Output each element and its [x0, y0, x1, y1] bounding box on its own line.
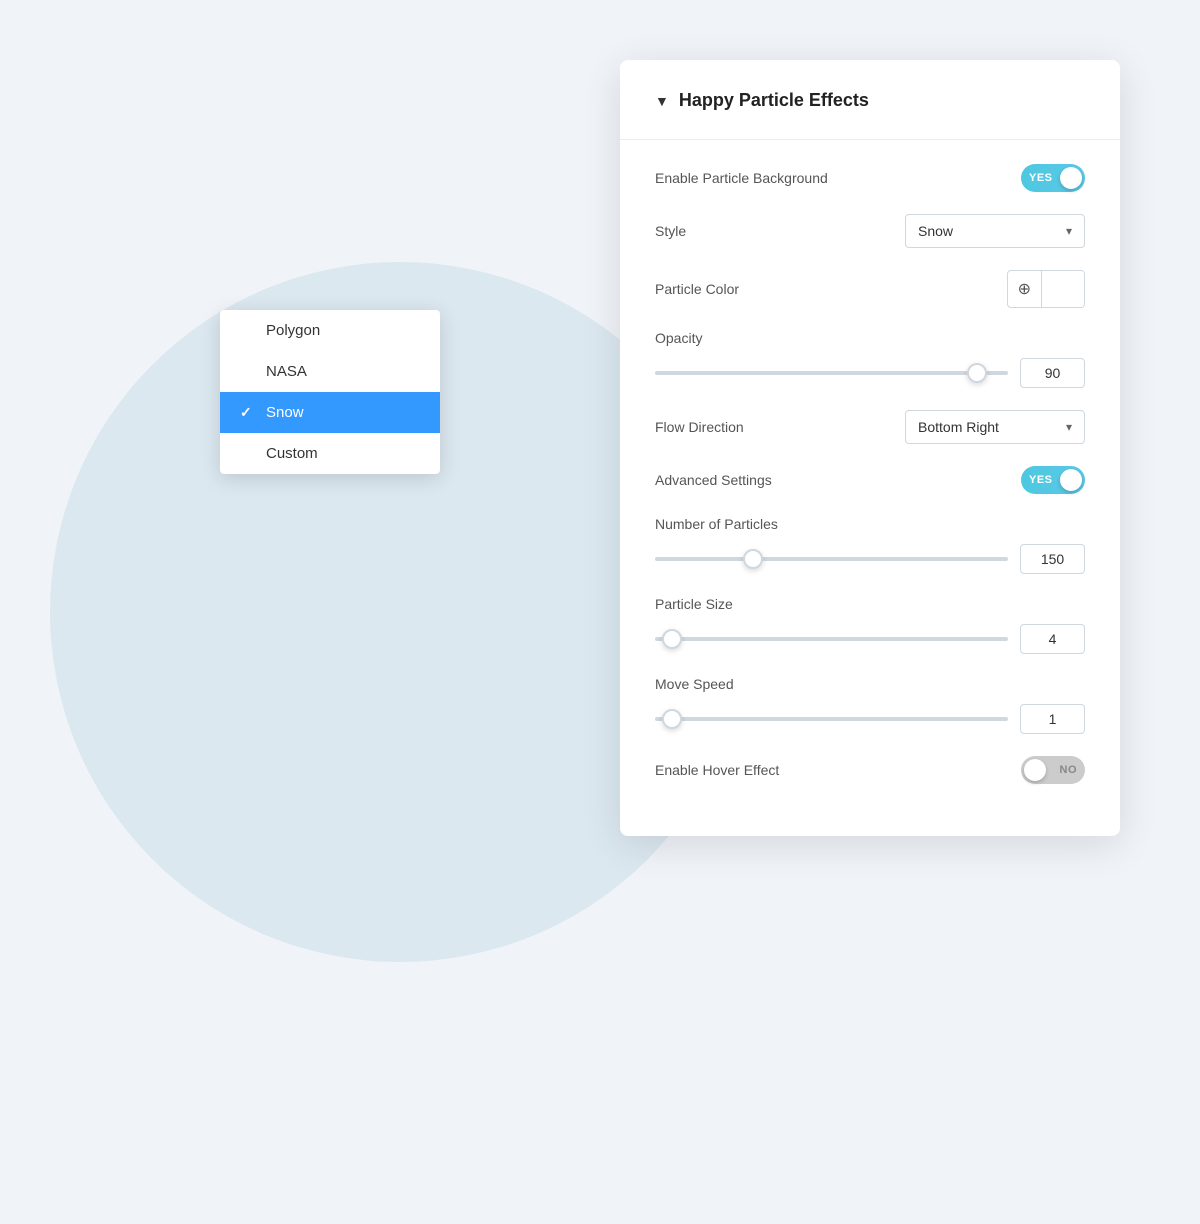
- particle-size-slider-track[interactable]: [655, 637, 1008, 641]
- move-speed-slider-thumb[interactable]: [662, 709, 682, 729]
- opacity-label: Opacity: [655, 330, 1085, 346]
- dropdown-option-polygon[interactable]: Polygon: [220, 310, 440, 351]
- particle-size-slider-thumb[interactable]: [662, 629, 682, 649]
- num-particles-value[interactable]: 150: [1020, 544, 1085, 574]
- advanced-toggle-label: YES: [1029, 474, 1053, 486]
- dropdown-option-snow[interactable]: ✓ Snow: [220, 392, 440, 433]
- enable-hover-label: Enable Hover Effect: [655, 762, 779, 778]
- settings-panel: ▼ Happy Particle Effects Enable Particle…: [620, 60, 1120, 836]
- panel-header: ▼ Happy Particle Effects: [655, 90, 1085, 111]
- advanced-settings-label: Advanced Settings: [655, 472, 772, 488]
- particle-color-row: Particle Color ⊕: [655, 270, 1085, 308]
- style-dropdown-popup: Polygon NASA ✓ Snow Custom: [220, 310, 440, 474]
- particle-size-section: Particle Size 4: [655, 596, 1085, 654]
- style-label: Style: [655, 223, 686, 239]
- page-wrapper: ▼ Happy Particle Effects Enable Particle…: [0, 0, 1200, 1224]
- header-divider: [620, 139, 1120, 140]
- check-icon-snow: ✓: [240, 404, 256, 421]
- flow-direction-select[interactable]: Bottom Right ▾: [905, 410, 1085, 444]
- option-label-nasa: NASA: [266, 363, 307, 380]
- flow-chevron-down-icon: ▾: [1066, 420, 1072, 434]
- enable-hover-toggle[interactable]: NO: [1021, 756, 1085, 784]
- collapse-icon[interactable]: ▼: [655, 93, 669, 109]
- move-speed-slider-row: 1: [655, 704, 1085, 734]
- color-picker: ⊕: [1007, 270, 1085, 308]
- globe-icon[interactable]: ⊕: [1008, 271, 1042, 307]
- option-label-snow: Snow: [266, 404, 304, 421]
- num-particles-section: Number of Particles 150: [655, 516, 1085, 574]
- opacity-section: Opacity 90: [655, 330, 1085, 388]
- enable-hover-row: Enable Hover Effect NO: [655, 756, 1085, 784]
- hover-toggle-label: NO: [1060, 764, 1078, 776]
- flow-direction-value: Bottom Right: [918, 419, 999, 435]
- particle-size-value[interactable]: 4: [1020, 624, 1085, 654]
- opacity-slider-track[interactable]: [655, 371, 1008, 375]
- dropdown-option-custom[interactable]: Custom: [220, 433, 440, 474]
- num-particles-slider-thumb[interactable]: [743, 549, 763, 569]
- enable-particle-bg-toggle[interactable]: YES: [1021, 164, 1085, 192]
- style-row: Style Snow ▾: [655, 214, 1085, 248]
- opacity-value[interactable]: 90: [1020, 358, 1085, 388]
- opacity-slider-thumb[interactable]: [967, 363, 987, 383]
- advanced-toggle-knob: [1060, 469, 1082, 491]
- style-value: Snow: [918, 223, 953, 239]
- particle-size-label: Particle Size: [655, 596, 1085, 612]
- enable-particle-bg-row: Enable Particle Background YES: [655, 164, 1085, 192]
- num-particles-slider-row: 150: [655, 544, 1085, 574]
- num-particles-slider-track[interactable]: [655, 557, 1008, 561]
- toggle-yes-label: YES: [1029, 172, 1053, 184]
- flow-direction-label: Flow Direction: [655, 419, 744, 435]
- advanced-settings-row: Advanced Settings YES: [655, 466, 1085, 494]
- style-select[interactable]: Snow ▾: [905, 214, 1085, 248]
- color-swatch[interactable]: [1042, 271, 1084, 307]
- move-speed-slider-track[interactable]: [655, 717, 1008, 721]
- dropdown-option-nasa[interactable]: NASA: [220, 351, 440, 392]
- enable-particle-bg-label: Enable Particle Background: [655, 170, 828, 186]
- panel-title: Happy Particle Effects: [679, 90, 869, 111]
- opacity-slider-row: 90: [655, 358, 1085, 388]
- option-label-custom: Custom: [266, 445, 318, 462]
- particle-color-label: Particle Color: [655, 281, 739, 297]
- advanced-settings-toggle[interactable]: YES: [1021, 466, 1085, 494]
- particle-size-slider-row: 4: [655, 624, 1085, 654]
- hover-toggle-knob: [1024, 759, 1046, 781]
- num-particles-label: Number of Particles: [655, 516, 1085, 532]
- move-speed-label: Move Speed: [655, 676, 1085, 692]
- toggle-knob: [1060, 167, 1082, 189]
- chevron-down-icon: ▾: [1066, 224, 1072, 238]
- flow-direction-row: Flow Direction Bottom Right ▾: [655, 410, 1085, 444]
- option-label-polygon: Polygon: [266, 322, 320, 339]
- move-speed-value[interactable]: 1: [1020, 704, 1085, 734]
- move-speed-section: Move Speed 1: [655, 676, 1085, 734]
